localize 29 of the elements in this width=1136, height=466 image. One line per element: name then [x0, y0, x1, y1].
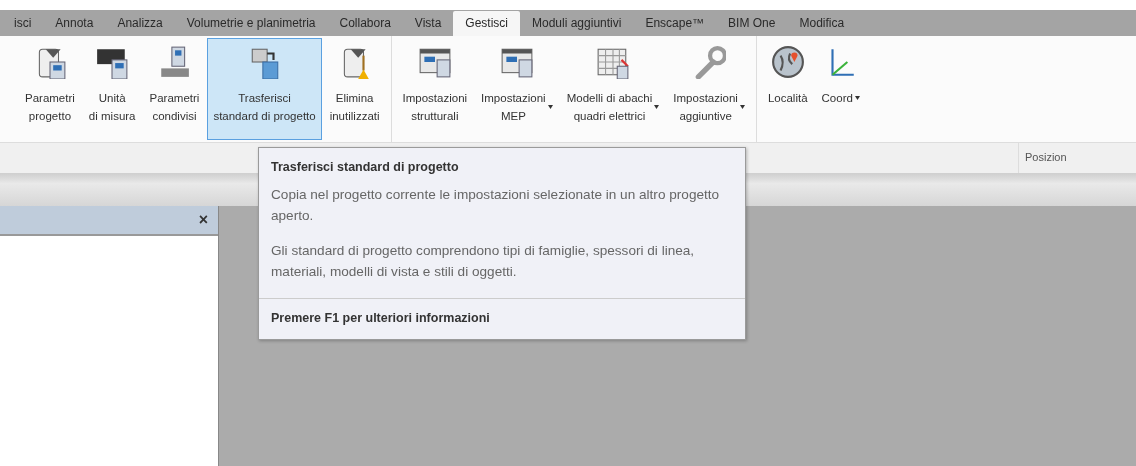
ribbon-button[interactable]: Coord [815, 38, 866, 140]
globe-icon [770, 45, 805, 79]
ribbon-button[interactable]: Unità di misura [82, 38, 142, 140]
tooltip-title: Trasferisci standard di progetto [270, 159, 460, 176]
ribbon-tab[interactable]: BIM One [716, 11, 788, 36]
ribbon-tab[interactable]: isci [2, 11, 44, 36]
ribbon-button[interactable]: Località [761, 38, 814, 140]
ribbon-tab[interactable]: Annota [43, 11, 106, 36]
ribbon-tab[interactable]: Analizza [105, 11, 175, 36]
ribbon-button[interactable]: Impostazioni aggiuntive [667, 38, 751, 140]
tooltip-text: Gli standard di progetto comprendono tipi di famiglie, spessori di linea, materiali, modelli di vista e stili di oggetti. [270, 242, 696, 281]
ribbon-tab[interactable]: Vista [402, 11, 454, 36]
close-button[interactable]: × [198, 211, 208, 229]
ribbon-tab[interactable]: Enscape™ [633, 11, 717, 36]
ribbon-button[interactable]: Trasferisci standard di progetto [207, 38, 322, 140]
ribbon-button[interactable]: Parametri condivisi [143, 38, 206, 140]
ribbon-button[interactable]: Impostazioni strutturali [396, 38, 474, 140]
panel-label: Posizion [1018, 143, 1136, 173]
ribbon-button[interactable]: Parametri progetto [19, 38, 81, 140]
ribbon-button[interactable]: Impostazioni MEP [475, 38, 559, 140]
ribbon-tab[interactable]: Volumetrie e planimetria [174, 11, 328, 36]
ribbon-tab[interactable]: Gestisci [453, 11, 520, 36]
ribbon-button[interactable]: Elimina inutilizzati [323, 38, 386, 140]
ribbon-tab[interactable]: Moduli aggiuntivi [520, 11, 634, 36]
tooltip-hint: Premere F1 per ulteriori informazioni [259, 298, 745, 339]
ribbon-tab[interactable]: Collabora [327, 11, 403, 36]
ribbon-tab[interactable]: Modifica [787, 11, 857, 36]
ribbon-button[interactable]: Modelli di abachi quadri elettrici [560, 38, 666, 140]
tooltip-text: Copia nel progetto corrente le impostazioni selezionate in un altro progetto aperto. [270, 186, 721, 225]
